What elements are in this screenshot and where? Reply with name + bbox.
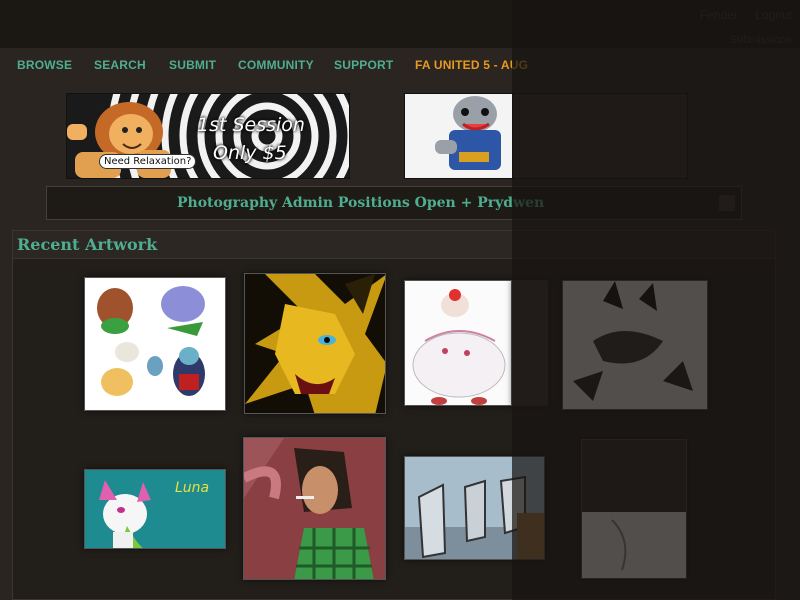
artwork-thumb-ink-sketch[interactable] bbox=[562, 280, 708, 410]
artwork-thumb-car-emblem[interactable] bbox=[404, 456, 545, 560]
nav-community[interactable]: COMMUNITY bbox=[238, 58, 314, 72]
ad-headline-1: 1st Session bbox=[197, 114, 305, 136]
section-title: Recent Artwork bbox=[17, 235, 158, 254]
speech-bubble: Need Relaxation? bbox=[99, 154, 197, 169]
nav-fa-united[interactable]: FA UNITED 5 - AUG bbox=[415, 58, 528, 72]
artwork-thumb-luna[interactable]: Luna bbox=[84, 469, 226, 549]
announcement-link[interactable]: Photography Admin Positions Open + Prydw… bbox=[177, 195, 544, 211]
nav-search[interactable]: SEARCH bbox=[94, 58, 146, 72]
artwork-thumb-golden-fox[interactable] bbox=[244, 273, 386, 414]
thumb-image bbox=[563, 281, 707, 409]
ad-headline-2: Only $5 bbox=[213, 142, 287, 164]
section-header: Recent Artwork bbox=[13, 231, 775, 259]
nav-support[interactable]: SUPPORT bbox=[334, 58, 393, 72]
user-links: Fender · Logout bbox=[699, 8, 792, 22]
ad-banner-hidden bbox=[512, 93, 688, 179]
top-bar: Fender · Logout Submissions bbox=[0, 0, 800, 48]
thumb-image bbox=[85, 278, 225, 410]
thumb-image bbox=[582, 440, 686, 578]
nav-submit[interactable]: SUBMIT bbox=[169, 58, 216, 72]
artwork-thumb-pokemon[interactable] bbox=[84, 277, 226, 411]
luna-signature: Luna bbox=[175, 480, 210, 496]
character-art bbox=[405, 94, 513, 178]
artwork-thumb-tall-dark[interactable] bbox=[581, 439, 687, 579]
close-icon[interactable] bbox=[719, 195, 735, 211]
thumb-image bbox=[244, 438, 385, 579]
thumb-image bbox=[245, 274, 385, 413]
ad-banner-massage[interactable]: 1st Session Only $5 Need Relaxation? bbox=[66, 93, 350, 179]
artwork-thumb-clown[interactable] bbox=[404, 280, 512, 406]
thumb-image bbox=[405, 457, 544, 559]
main-nav: BROWSE SEARCH SUBMIT COMMUNITY SUPPORT F… bbox=[0, 48, 800, 82]
artwork-thumb-smoker[interactable] bbox=[243, 437, 386, 580]
nav-browse[interactable]: BROWSE bbox=[17, 58, 72, 72]
ad-banner-character[interactable] bbox=[404, 93, 514, 179]
logout-link[interactable]: Logout bbox=[755, 8, 792, 22]
submissions-link[interactable]: Submissions bbox=[730, 34, 792, 46]
artwork-thumb-dark-sketch[interactable] bbox=[512, 280, 548, 406]
user-link[interactable]: Fender bbox=[700, 8, 738, 22]
thumb-image bbox=[405, 281, 511, 405]
announcement-bar: Photography Admin Positions Open + Prydw… bbox=[46, 186, 742, 220]
